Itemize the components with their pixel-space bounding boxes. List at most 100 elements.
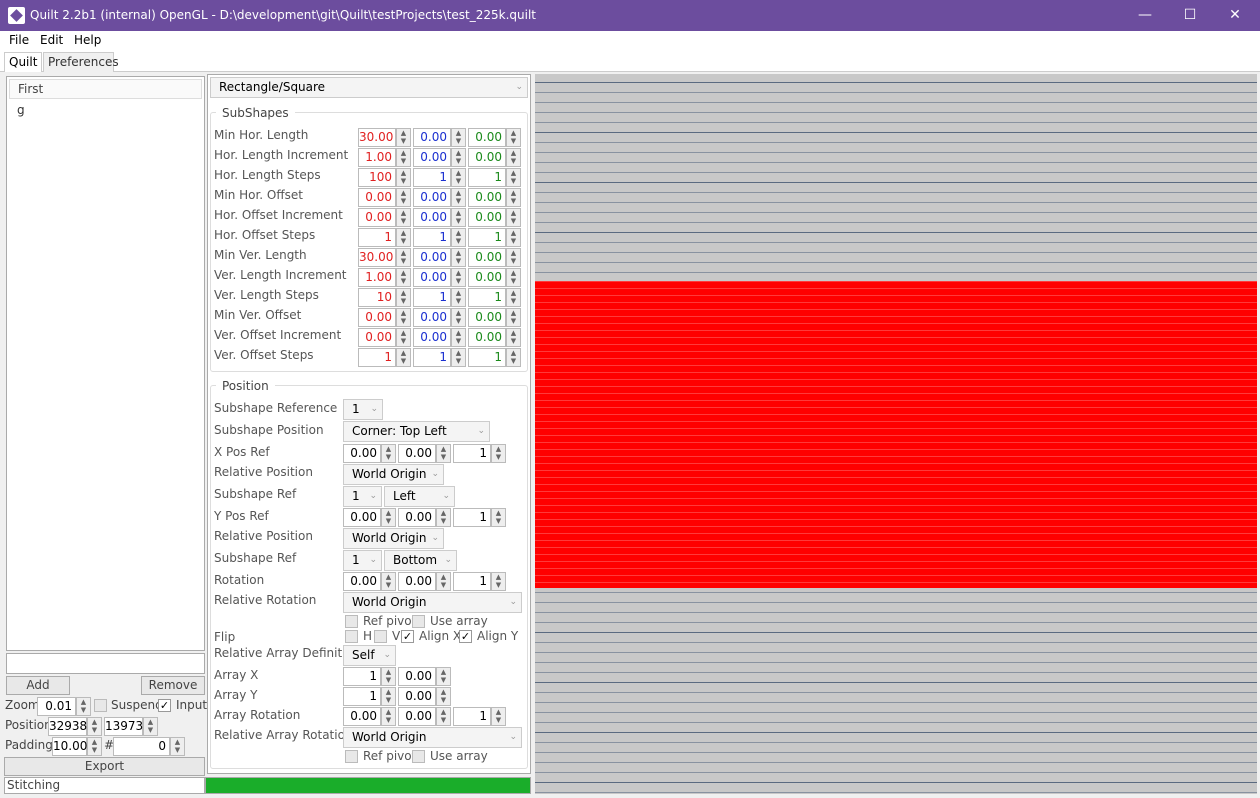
subshape-value-stepper[interactable]: ▲ ▼ bbox=[506, 228, 521, 247]
array-y-input-1[interactable]: 1 bbox=[343, 687, 381, 706]
padding-input[interactable]: 10.00 bbox=[52, 737, 87, 756]
subshape-value-input[interactable]: 0.00 bbox=[413, 148, 451, 167]
render-viewport[interactable] bbox=[535, 74, 1257, 794]
y-pos-ref-input-1[interactable]: 0.00 bbox=[343, 508, 381, 527]
subshape-value-stepper[interactable]: ▲ ▼ bbox=[396, 308, 411, 327]
subshape-value-stepper[interactable]: ▲ ▼ bbox=[451, 328, 466, 347]
subshape-value-input[interactable]: 10 bbox=[358, 288, 396, 307]
y-pos-ref-input-2[interactable]: 0.00 bbox=[398, 508, 436, 527]
x-pos-ref-input-2[interactable]: 0.00 bbox=[398, 444, 436, 463]
array-use-array-checkbox[interactable] bbox=[412, 750, 425, 763]
subshape-value-stepper[interactable]: ▲ ▼ bbox=[396, 268, 411, 287]
padding-stepper[interactable]: ▲ ▼ bbox=[87, 737, 102, 756]
array-y-stepper-2[interactable]: ▲ ▼ bbox=[436, 687, 451, 706]
subshape-value-input[interactable]: 1 bbox=[468, 288, 506, 307]
subshape-value-stepper[interactable]: ▲ ▼ bbox=[396, 248, 411, 267]
subshape-value-input[interactable]: 0.00 bbox=[468, 308, 506, 327]
subshape-value-stepper[interactable]: ▲ ▼ bbox=[396, 288, 411, 307]
subshape-value-input[interactable]: 1 bbox=[413, 288, 451, 307]
subshape-value-input[interactable]: 1 bbox=[413, 168, 451, 187]
y-pos-ref-stepper-3[interactable]: ▲ ▼ bbox=[491, 508, 506, 527]
subshape-value-input[interactable]: 1.00 bbox=[358, 268, 396, 287]
rotation-input-1[interactable]: 0.00 bbox=[343, 572, 381, 591]
subshape-value-stepper[interactable]: ▲ ▼ bbox=[451, 188, 466, 207]
subshape-value-stepper[interactable]: ▲ ▼ bbox=[506, 128, 521, 147]
subshape-value-input[interactable]: 30.00 bbox=[358, 128, 396, 147]
array-x-input-2[interactable]: 0.00 bbox=[398, 667, 436, 686]
subshape-value-stepper[interactable]: ▲ ▼ bbox=[451, 168, 466, 187]
subshape-value-stepper[interactable]: ▲ ▼ bbox=[396, 188, 411, 207]
subshape-value-input[interactable]: 0.00 bbox=[413, 308, 451, 327]
relative-array-rotation-dropdown[interactable]: World Origin ⌄ bbox=[343, 727, 522, 748]
menu-file[interactable]: File bbox=[9, 33, 29, 47]
subshape-value-stepper[interactable]: ▲ ▼ bbox=[506, 168, 521, 187]
subshape-value-input[interactable]: 0.00 bbox=[413, 128, 451, 147]
subshape-value-input[interactable]: 0.00 bbox=[358, 188, 396, 207]
subshape-value-input[interactable]: 0.00 bbox=[468, 248, 506, 267]
input-checkbox[interactable]: ✓ bbox=[158, 699, 171, 712]
subshape-value-input[interactable]: 0.00 bbox=[468, 208, 506, 227]
subshape-value-stepper[interactable]: ▲ ▼ bbox=[451, 228, 466, 247]
subshape-value-input[interactable]: 1 bbox=[358, 228, 396, 247]
subshape-value-stepper[interactable]: ▲ ▼ bbox=[451, 128, 466, 147]
rotation-stepper-3[interactable]: ▲ ▼ bbox=[491, 572, 506, 591]
rotation-input-3[interactable]: 1 bbox=[453, 572, 491, 591]
subshape-value-input[interactable]: 0.00 bbox=[413, 268, 451, 287]
subshape-value-stepper[interactable]: ▲ ▼ bbox=[451, 288, 466, 307]
use-array-checkbox[interactable] bbox=[412, 615, 425, 628]
shape-type-dropdown[interactable]: Rectangle/Square ⌄ bbox=[210, 77, 528, 98]
subshape-value-stepper[interactable]: ▲ ▼ bbox=[396, 328, 411, 347]
array-rotation-input-1[interactable]: 0.00 bbox=[343, 707, 381, 726]
subshape-value-stepper[interactable]: ▲ ▼ bbox=[396, 128, 411, 147]
x-pos-ref-input-3[interactable]: 1 bbox=[453, 444, 491, 463]
subshape-position-dropdown[interactable]: Corner: Top Left ⌄ bbox=[343, 421, 490, 442]
x-subshape-ref-dropdown[interactable]: 1 ⌄ bbox=[343, 486, 382, 507]
hash-stepper[interactable]: ▲ ▼ bbox=[170, 737, 185, 756]
relative-rotation-dropdown[interactable]: World Origin ⌄ bbox=[343, 592, 522, 613]
y-pos-ref-input-3[interactable]: 1 bbox=[453, 508, 491, 527]
x-relative-position-dropdown[interactable]: World Origin ⌄ bbox=[343, 464, 444, 485]
x-pos-ref-stepper-2[interactable]: ▲ ▼ bbox=[436, 444, 451, 463]
flip-h-checkbox[interactable] bbox=[345, 630, 358, 643]
zoom-input[interactable]: 0.01 bbox=[37, 697, 76, 716]
x-subshape-side-dropdown[interactable]: Left ⌄ bbox=[384, 486, 455, 507]
array-ref-pivot-checkbox[interactable] bbox=[345, 750, 358, 763]
subshape-value-stepper[interactable]: ▲ ▼ bbox=[451, 208, 466, 227]
y-subshape-ref-dropdown[interactable]: 1 ⌄ bbox=[343, 550, 382, 571]
subshape-value-stepper[interactable]: ▲ ▼ bbox=[396, 208, 411, 227]
array-rotation-input-2[interactable]: 0.00 bbox=[398, 707, 436, 726]
subshape-value-stepper[interactable]: ▲ ▼ bbox=[396, 168, 411, 187]
rotation-input-2[interactable]: 0.00 bbox=[398, 572, 436, 591]
subshape-value-input[interactable]: 0.00 bbox=[468, 128, 506, 147]
subshape-value-input[interactable]: 1.00 bbox=[358, 148, 396, 167]
subshape-value-stepper[interactable]: ▲ ▼ bbox=[396, 228, 411, 247]
subshape-value-input[interactable]: 0.00 bbox=[413, 328, 451, 347]
flip-v-checkbox[interactable] bbox=[374, 630, 387, 643]
array-y-stepper-1[interactable]: ▲ ▼ bbox=[381, 687, 396, 706]
array-rotation-stepper-2[interactable]: ▲ ▼ bbox=[436, 707, 451, 726]
array-rotation-stepper-3[interactable]: ▲ ▼ bbox=[491, 707, 506, 726]
y-pos-ref-stepper-2[interactable]: ▲ ▼ bbox=[436, 508, 451, 527]
subshape-value-stepper[interactable]: ▲ ▼ bbox=[506, 348, 521, 367]
y-subshape-side-dropdown[interactable]: Bottom ⌄ bbox=[384, 550, 457, 571]
subshape-value-stepper[interactable]: ▲ ▼ bbox=[506, 328, 521, 347]
x-pos-ref-input-1[interactable]: 0.00 bbox=[343, 444, 381, 463]
subshape-value-stepper[interactable]: ▲ ▼ bbox=[451, 348, 466, 367]
array-x-stepper-2[interactable]: ▲ ▼ bbox=[436, 667, 451, 686]
subshape-value-input[interactable]: 0.00 bbox=[468, 148, 506, 167]
subshape-value-input[interactable]: 0.00 bbox=[413, 208, 451, 227]
array-x-stepper-1[interactable]: ▲ ▼ bbox=[381, 667, 396, 686]
subshape-value-stepper[interactable]: ▲ ▼ bbox=[396, 348, 411, 367]
y-pos-ref-stepper-1[interactable]: ▲ ▼ bbox=[381, 508, 396, 527]
subshape-value-stepper[interactable]: ▲ ▼ bbox=[506, 188, 521, 207]
menu-help[interactable]: Help bbox=[74, 33, 101, 47]
subshape-value-input[interactable]: 0.00 bbox=[468, 188, 506, 207]
subshape-value-input[interactable]: 1 bbox=[358, 348, 396, 367]
subshape-value-input[interactable]: 0.00 bbox=[358, 328, 396, 347]
position-y-stepper[interactable]: ▲ ▼ bbox=[143, 717, 158, 736]
rotation-stepper-2[interactable]: ▲ ▼ bbox=[436, 572, 451, 591]
position-x-stepper[interactable]: ▲ ▼ bbox=[87, 717, 102, 736]
align-y-checkbox[interactable]: ✓ bbox=[459, 630, 472, 643]
subshape-value-input[interactable]: 0.00 bbox=[358, 308, 396, 327]
minimize-button[interactable]: — bbox=[1122, 0, 1168, 31]
